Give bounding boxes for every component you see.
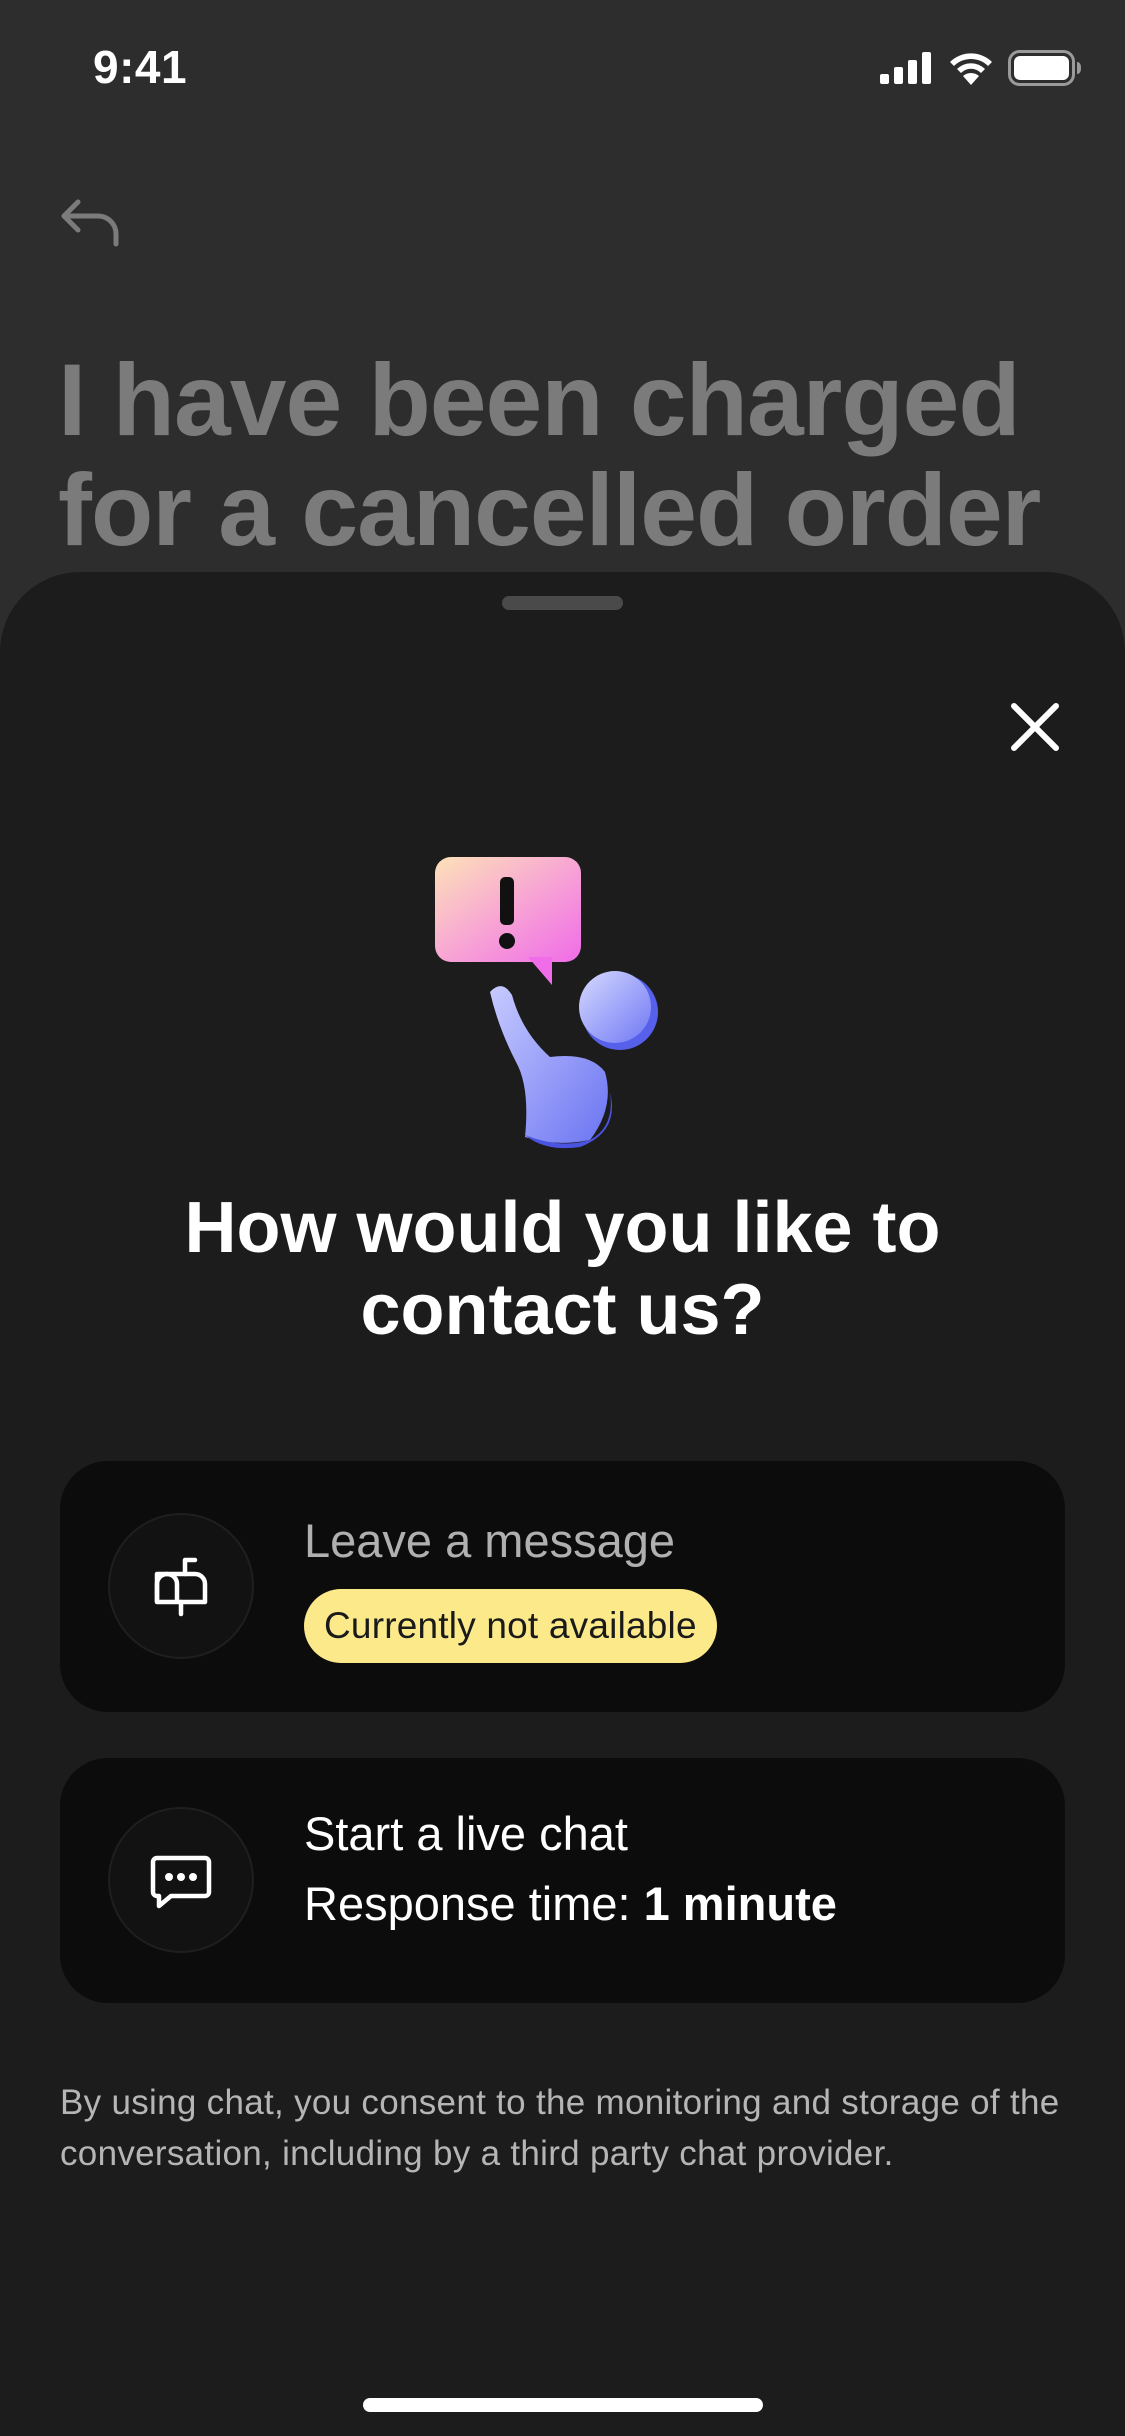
chat-bubble-icon [150,1855,212,1909]
live-chat-label: Start a live chat [304,1807,628,1860]
close-button[interactable] [1000,692,1070,762]
sheet-grabber[interactable] [502,596,623,610]
live-chat-option[interactable]: Start a live chat Response time: 1 minut… [60,1758,1065,2003]
sheet-title: How would you like to contact us? [184,1188,941,1350]
response-time-prefix: Response time: [304,1877,631,1930]
availability-badge: Currently not available [304,1589,717,1663]
close-icon [1011,703,1059,751]
person-with-alert-bubble-illustration [435,857,658,1149]
contact-sheet: How would you like to contact us? Leave … [0,572,1125,2436]
status-time: 9:41 [93,41,188,93]
live-chat-icon-circle [108,1807,254,1953]
mailbox-icon [154,1557,208,1617]
leave-message-icon-circle [108,1513,254,1659]
page-title: I have been charged for a cancelled orde… [58,343,1041,567]
home-indicator [363,2398,763,2412]
back-arrow-icon [61,199,119,247]
battery-icon [1008,50,1081,86]
status-icons [880,50,1082,86]
illustration [430,857,690,1157]
signal-icon [880,52,931,84]
consent-text: By using chat, you consent to the monito… [60,2083,1060,2173]
leave-message-label: Leave a message [304,1514,676,1567]
wifi-icon [950,53,992,85]
back-button[interactable] [58,188,124,254]
leave-message-option[interactable]: Leave a message Currently not available [60,1461,1065,1712]
status-bar: 9:41 [0,0,1125,132]
response-time: Response time: 1 minute [304,1876,837,1932]
response-time-value: 1 minute [643,1877,837,1930]
